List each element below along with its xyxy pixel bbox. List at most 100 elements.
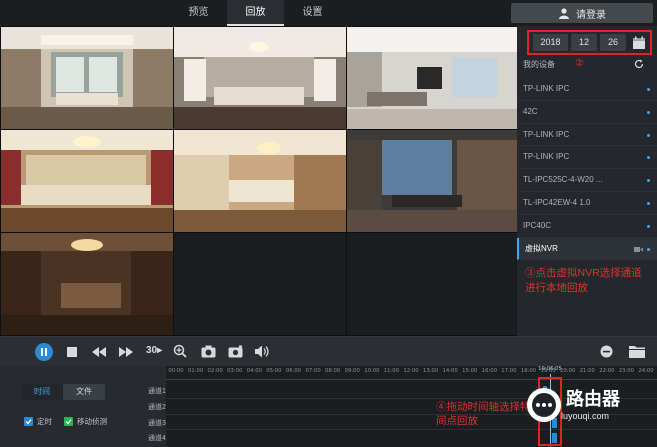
checkbox-motion[interactable]: 移动侦测: [64, 416, 107, 427]
room-image: [347, 130, 519, 232]
timeline-ticks: 00:00 01:00 02:00 03:00 04:00 05:00 06:00 07:00…: [166, 368, 657, 378]
year-field[interactable]: 2018: [533, 34, 568, 51]
device-list: TP-LINK IPC 42C TP-LINK IPC TP-LINK IPC …: [517, 78, 657, 261]
rewind-icon[interactable]: [92, 346, 106, 358]
device-item[interactable]: 42C: [517, 101, 657, 124]
device-label: TL-IPC42EW-4 1.0: [523, 197, 591, 207]
mode-panel: 时间 文件 定时 移动侦测: [0, 366, 166, 447]
channel-label: 通道1: [148, 388, 166, 395]
day-field[interactable]: 26: [600, 34, 626, 51]
status-dot: [647, 179, 650, 183]
speed-label: 30: [146, 345, 158, 356]
channel-label: 通道2: [148, 404, 166, 411]
timeline-tick-label: 20:00: [560, 368, 576, 374]
calendar-icon[interactable]: [632, 36, 646, 50]
video-cell-7[interactable]: [1, 233, 173, 335]
date-picker: 2018 12 26: [527, 30, 652, 55]
checkbox-checked-icon: [64, 417, 73, 426]
timeline-tick-label: 07:00: [305, 368, 321, 374]
timeline-tick-label: 00:00: [168, 368, 184, 374]
timeline-tick-label: 15:00: [462, 368, 478, 374]
tab-playback[interactable]: 回放: [227, 0, 284, 26]
annotation-step-3: ③点击虚拟NVR选择通道进行本地回放: [525, 267, 642, 294]
device-item[interactable]: TL-IPC42EW-4 1.0: [517, 192, 657, 215]
mode-tabs: 时间 文件: [21, 384, 105, 400]
device-label: TP-LINK IPC: [523, 84, 570, 93]
fast-forward-icon[interactable]: [119, 346, 133, 358]
video-cell-4[interactable]: [1, 130, 173, 232]
room-image: [1, 27, 173, 129]
video-cell-8[interactable]: [174, 233, 346, 335]
timeline-tick-label: 02:00: [207, 368, 223, 374]
speed-arrow-icon: ▸: [157, 345, 163, 356]
timeline-tick-label: 06:00: [285, 368, 302, 374]
timeline-tick-label: 05:00: [266, 368, 282, 374]
checkbox-label: 定时: [37, 417, 52, 426]
tab-settings[interactable]: 设置: [284, 0, 341, 26]
device-item[interactable]: IPC40C: [517, 215, 657, 238]
video-cell-2[interactable]: [174, 27, 346, 129]
timeline-tick-label: 16:00: [481, 368, 497, 374]
login-button[interactable]: 请登录: [511, 3, 653, 23]
month-field[interactable]: 12: [571, 34, 597, 51]
snapshot-icon[interactable]: [201, 345, 216, 358]
nav-tabs: 预览 回放 设置: [170, 0, 341, 26]
folder-icon[interactable]: [629, 345, 645, 358]
device-item[interactable]: TP-LINK IPC: [517, 146, 657, 170]
timeline-tick-label: 13:00: [422, 368, 439, 374]
room-image: [174, 130, 346, 232]
mode-tab-file[interactable]: 文件: [63, 384, 105, 400]
tab-preview[interactable]: 预览: [170, 0, 227, 26]
timeline-tick-label: 01:00: [187, 368, 204, 374]
device-label: TL-IPC525C-4-W20 ...: [523, 175, 603, 185]
timeline-tick-label: 21:00: [579, 368, 595, 374]
device-label: IPC40C: [523, 220, 552, 230]
current-time: 19:06:05: [538, 366, 562, 372]
watermark: 路由器 luyouqi.com: [527, 388, 620, 422]
speed-button[interactable]: 30▸: [146, 345, 162, 363]
device-item[interactable]: TP-LINK IPC: [517, 78, 657, 101]
checkbox-scheduled[interactable]: 定时: [24, 416, 52, 427]
status-dot: [647, 247, 650, 251]
device-label: 虚拟NVR: [525, 243, 558, 253]
timeline-tick-label: 08:00: [325, 368, 341, 374]
device-item[interactable]: TL-IPC525C-4-W20 ...: [517, 169, 657, 192]
room-image: [347, 27, 519, 129]
room-image: [174, 27, 346, 129]
channel-label: 通道4: [148, 435, 166, 442]
checkbox-label: 移动侦测: [77, 417, 107, 426]
video-cell-5[interactable]: [174, 130, 346, 232]
device-sidebar: 2018 12 26 ② 我的设备 TP-LINK IPC 42C TP-LIN…: [517, 26, 657, 336]
timeline-tick-label: 03:00: [227, 368, 243, 374]
zoom-icon[interactable]: [173, 344, 187, 358]
timeline-tick-label: 17:00: [501, 368, 517, 374]
stop-icon[interactable]: [66, 346, 78, 358]
minus-icon[interactable]: [600, 345, 613, 358]
status-dot: [647, 133, 650, 137]
device-label: 42C: [523, 106, 538, 116]
timeline-tick-label: 23:00: [618, 368, 635, 374]
video-cell-3[interactable]: [347, 27, 519, 129]
timeline-tick-label: 09:00: [344, 368, 360, 374]
video-cell-6[interactable]: [347, 130, 519, 232]
video-cell-9[interactable]: [347, 233, 519, 335]
status-dot: [647, 156, 650, 160]
device-item[interactable]: TP-LINK IPC: [517, 124, 657, 147]
device-list-title: 我的设备: [523, 60, 555, 69]
pause-button[interactable]: [35, 343, 53, 361]
device-item-virtual-nvr[interactable]: 虚拟NVR: [517, 237, 657, 261]
room-image: [1, 130, 173, 232]
device-label: TP-LINK IPC: [523, 152, 570, 162]
video-cell-1[interactable]: [1, 27, 173, 129]
volume-icon[interactable]: [255, 345, 270, 358]
record-icon[interactable]: [228, 345, 243, 358]
timeline-tick-label: 10:00: [364, 368, 380, 374]
timeline-tick-label: 04:00: [246, 368, 262, 374]
playback-controls: 30▸: [0, 336, 657, 367]
user-icon: [559, 8, 569, 19]
mode-tab-time[interactable]: 时间: [21, 384, 63, 400]
timeline-tick-label: 14:00: [442, 368, 458, 374]
refresh-icon[interactable]: [634, 59, 644, 69]
watermark-brand: 路由器: [566, 388, 620, 409]
status-dot: [647, 88, 650, 91]
